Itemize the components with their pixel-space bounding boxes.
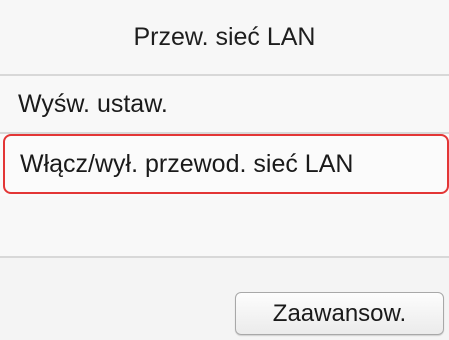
page-title: Przew. sieć LAN [0,0,449,74]
menu-item-label: Włącz/wył. przewod. sieć LAN [20,149,354,178]
menu-item-show-settings[interactable]: Wyśw. ustaw. [0,76,449,132]
empty-menu-row [0,196,449,256]
menu-item-label: Wyśw. ustaw. [18,89,168,118]
advanced-button[interactable]: Zaawansow. [235,292,444,335]
menu-item-toggle-wired-lan[interactable]: Włącz/wył. przewod. sieć LAN [3,134,449,194]
lan-settings-screen: Przew. sieć LAN Wyśw. ustaw. Włącz/wył. … [0,0,449,340]
